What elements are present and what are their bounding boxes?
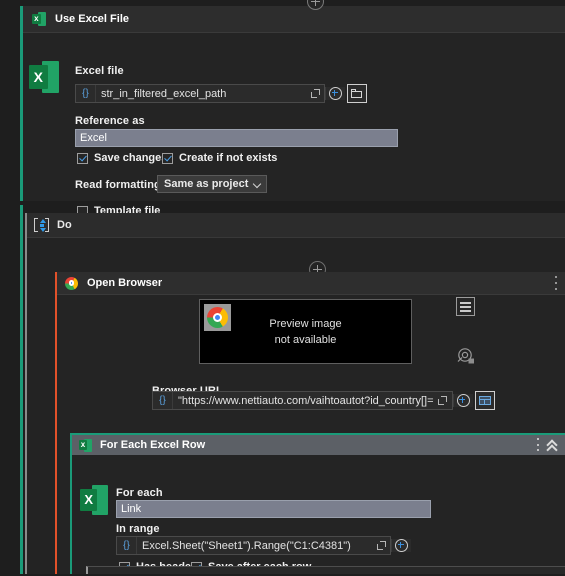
open-browser-header[interactable]: Open Browser (57, 272, 565, 295)
excel-file-icon: x (79, 438, 92, 452)
for-each-title: For Each Excel Row (100, 439, 206, 451)
sequence-icon (34, 218, 49, 232)
preview-thumb (204, 304, 231, 331)
do-container-title: Do (57, 219, 72, 231)
plus-circle-icon[interactable] (452, 394, 473, 407)
hamburger-menu-icon[interactable] (456, 297, 475, 316)
expand-icon[interactable] (372, 537, 390, 554)
in-range-input[interactable]: {} Excel.Sheet("Sheet1").Range("C1:C4381… (116, 536, 391, 555)
browser-preview-box: Preview image not available (199, 299, 412, 364)
expand-icon[interactable] (306, 85, 324, 102)
in-range-value: Excel.Sheet("Sheet1").Range("C1:C4381") (142, 539, 351, 552)
target-crosshair-icon[interactable] (457, 347, 475, 365)
excel-large-icon: X (29, 61, 59, 93)
in-range-label: In range (116, 523, 160, 535)
excel-large-icon: X (80, 485, 108, 515)
kebab-menu-icon[interactable] (536, 438, 539, 451)
chrome-icon (65, 276, 78, 290)
checkbox-box (162, 152, 173, 164)
do-container-header[interactable]: Do (27, 213, 565, 238)
indicate-window-icon (478, 396, 491, 405)
checkbox-box (77, 152, 88, 164)
chrome-icon (207, 307, 228, 328)
create-if-not-exists-label: Create if not exists (179, 152, 278, 164)
kebab-menu-icon[interactable] (554, 276, 557, 290)
use-excel-file-body: X Excel file {} str_in_filtered_excel_pa… (23, 33, 565, 217)
do-container-rail (20, 205, 23, 574)
browser-url-value: "https://www.nettiauto.com/vaihtoautot?i… (178, 394, 434, 407)
read-formatting-value: Same as project (164, 178, 249, 190)
reference-as-input[interactable]: Excel (75, 129, 398, 147)
expression-marker-icon: {} (76, 85, 96, 102)
for-each-variable-input[interactable]: Link (116, 500, 431, 518)
plus-circle-icon[interactable] (391, 539, 411, 552)
for-each-body: X For each Link In range {} Excel.Sheet(… (72, 455, 565, 576)
plus-circle-icon[interactable] (325, 87, 345, 100)
browser-url-input[interactable]: {} "https://www.nettiauto.com/vaihtoauto… (152, 391, 453, 410)
read-formatting-label: Read formatting (75, 179, 161, 191)
excel-file-icon: x (32, 12, 46, 26)
browser-url-row: {} "https://www.nettiauto.com/vaihtoauto… (152, 391, 495, 410)
folder-icon (351, 89, 363, 98)
open-browser-title: Open Browser (87, 277, 163, 289)
use-excel-file-activity[interactable]: x Use Excel File X Excel file {} str_in_… (20, 6, 565, 217)
excel-file-input[interactable]: {} str_in_filtered_excel_path (75, 84, 325, 103)
save-changes-checkbox[interactable]: Save changes (77, 152, 167, 164)
expression-marker-icon: {} (117, 537, 137, 554)
chevron-down-icon (254, 181, 261, 188)
expand-icon[interactable] (434, 392, 452, 409)
use-excel-file-title: Use Excel File (55, 13, 129, 25)
create-if-not-exists-checkbox[interactable]: Create if not exists (162, 152, 277, 164)
nested-activity-block[interactable] (86, 566, 565, 574)
preview-line-1: Preview image (269, 317, 342, 330)
expression-marker-icon: {} (153, 392, 173, 409)
for-each-header[interactable]: x For Each Excel Row (72, 435, 565, 455)
excel-file-value: str_in_filtered_excel_path (101, 87, 227, 100)
use-excel-file-header[interactable]: x Use Excel File (23, 6, 565, 33)
for-each-excel-row-activity[interactable]: x For Each Excel Row X For each Link In … (70, 433, 565, 574)
save-changes-label: Save changes (94, 152, 168, 164)
reference-as-label: Reference as (75, 115, 145, 127)
indicate-window-button[interactable] (474, 391, 495, 410)
browser-preview-text: Preview image not available (200, 300, 411, 363)
for-each-label: For each (116, 487, 163, 499)
browse-folder-button[interactable] (347, 84, 367, 103)
excel-file-label: Excel file (75, 65, 124, 77)
double-chevron-up-icon[interactable] (545, 438, 560, 452)
preview-line-2: not available (274, 333, 337, 346)
read-formatting-dropdown[interactable]: Same as project (157, 175, 268, 193)
in-range-row: {} Excel.Sheet("Sheet1").Range("C1:C4381… (116, 536, 411, 555)
